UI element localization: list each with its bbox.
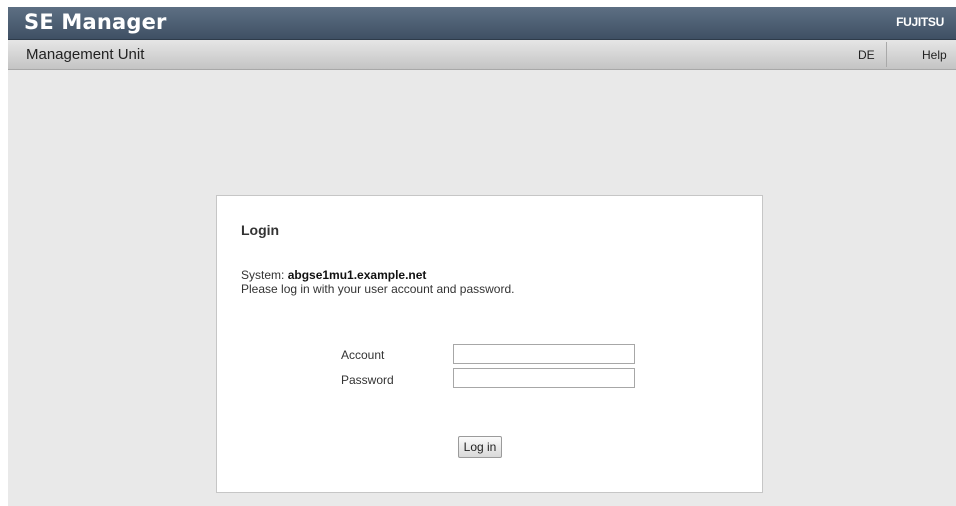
login-button[interactable]: Log in: [458, 436, 502, 458]
login-heading: Login: [241, 222, 280, 238]
password-label: Password: [341, 373, 394, 387]
navigation-bar: Management Unit DE Help: [8, 40, 956, 70]
content-area: Login System: abgse1mu1.example.net Plea…: [8, 70, 956, 506]
password-input[interactable]: [453, 368, 635, 388]
system-hostname: abgse1mu1.example.net: [287, 268, 427, 282]
system-label: System:: [241, 268, 285, 282]
section-title: Management Unit: [26, 46, 145, 63]
account-input[interactable]: [453, 344, 635, 364]
nav-divider: [886, 42, 887, 67]
account-label: Account: [341, 348, 385, 362]
help-link[interactable]: Help: [922, 48, 947, 62]
language-switch-link[interactable]: DE: [858, 48, 875, 62]
system-info: System: abgse1mu1.example.net: [241, 268, 426, 282]
fujitsu-logo: FUJITSU: [896, 15, 944, 29]
login-instructions: Please log in with your user account and…: [241, 282, 515, 296]
login-panel: Login System: abgse1mu1.example.net Plea…: [216, 195, 763, 493]
app-title: SE Manager: [24, 10, 167, 34]
title-bar: SE Manager FUJITSU: [8, 7, 956, 40]
top-strip: [0, 0, 956, 7]
